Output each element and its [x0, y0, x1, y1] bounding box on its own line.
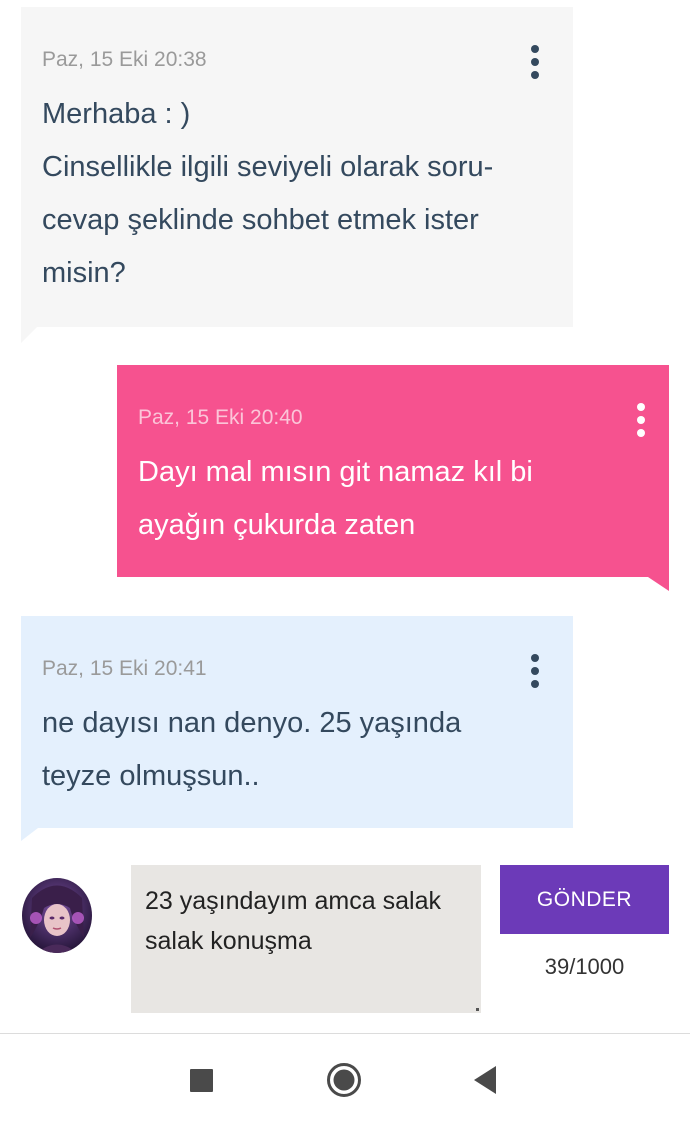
character-counter: 39/1000	[544, 954, 625, 979]
user-avatar[interactable]	[22, 878, 92, 953]
message-input[interactable]: 23 yaşındayım amca salak salak konuşma	[131, 865, 481, 1013]
bubble-tail	[648, 577, 669, 591]
bubble-tail	[21, 326, 38, 343]
more-options-icon[interactable]	[531, 45, 539, 79]
message-text: Merhaba : ) Cinsellikle ilgili seviyeli …	[42, 98, 494, 289]
more-options-icon[interactable]	[637, 403, 645, 437]
message-timestamp: Paz, 15 Eki 20:38	[42, 48, 207, 71]
home-icon[interactable]	[326, 1062, 362, 1098]
message-bubble-incoming: Paz, 15 Eki 20:38 Merhaba : ) Cinsellikl…	[21, 7, 573, 327]
back-icon[interactable]	[472, 1064, 498, 1096]
message-bubble-outgoing: Paz, 15 Eki 20:40 Dayı mal mısın git nam…	[117, 365, 669, 577]
message-bubble-incoming: Paz, 15 Eki 20:41 ne dayısı nan denyo. 2…	[21, 616, 573, 828]
message-text: Dayı mal mısın git namaz kıl bi ayağın ç…	[138, 456, 533, 541]
message-timestamp: Paz, 15 Eki 20:41	[42, 657, 207, 680]
message-timestamp: Paz, 15 Eki 20:40	[138, 406, 303, 429]
bubble-tail	[21, 828, 38, 841]
message-input-text: 23 yaşındayım amca salak salak konuşma	[145, 887, 441, 955]
recent-apps-icon[interactable]	[190, 1069, 213, 1092]
message-text: ne dayısı nan denyo. 25 yaşında teyze ol…	[42, 707, 462, 792]
resize-handle[interactable]	[476, 1008, 479, 1011]
navigation-bar	[0, 1033, 690, 1125]
send-button[interactable]: GÖNDER	[500, 865, 669, 934]
more-options-icon[interactable]	[531, 654, 539, 688]
